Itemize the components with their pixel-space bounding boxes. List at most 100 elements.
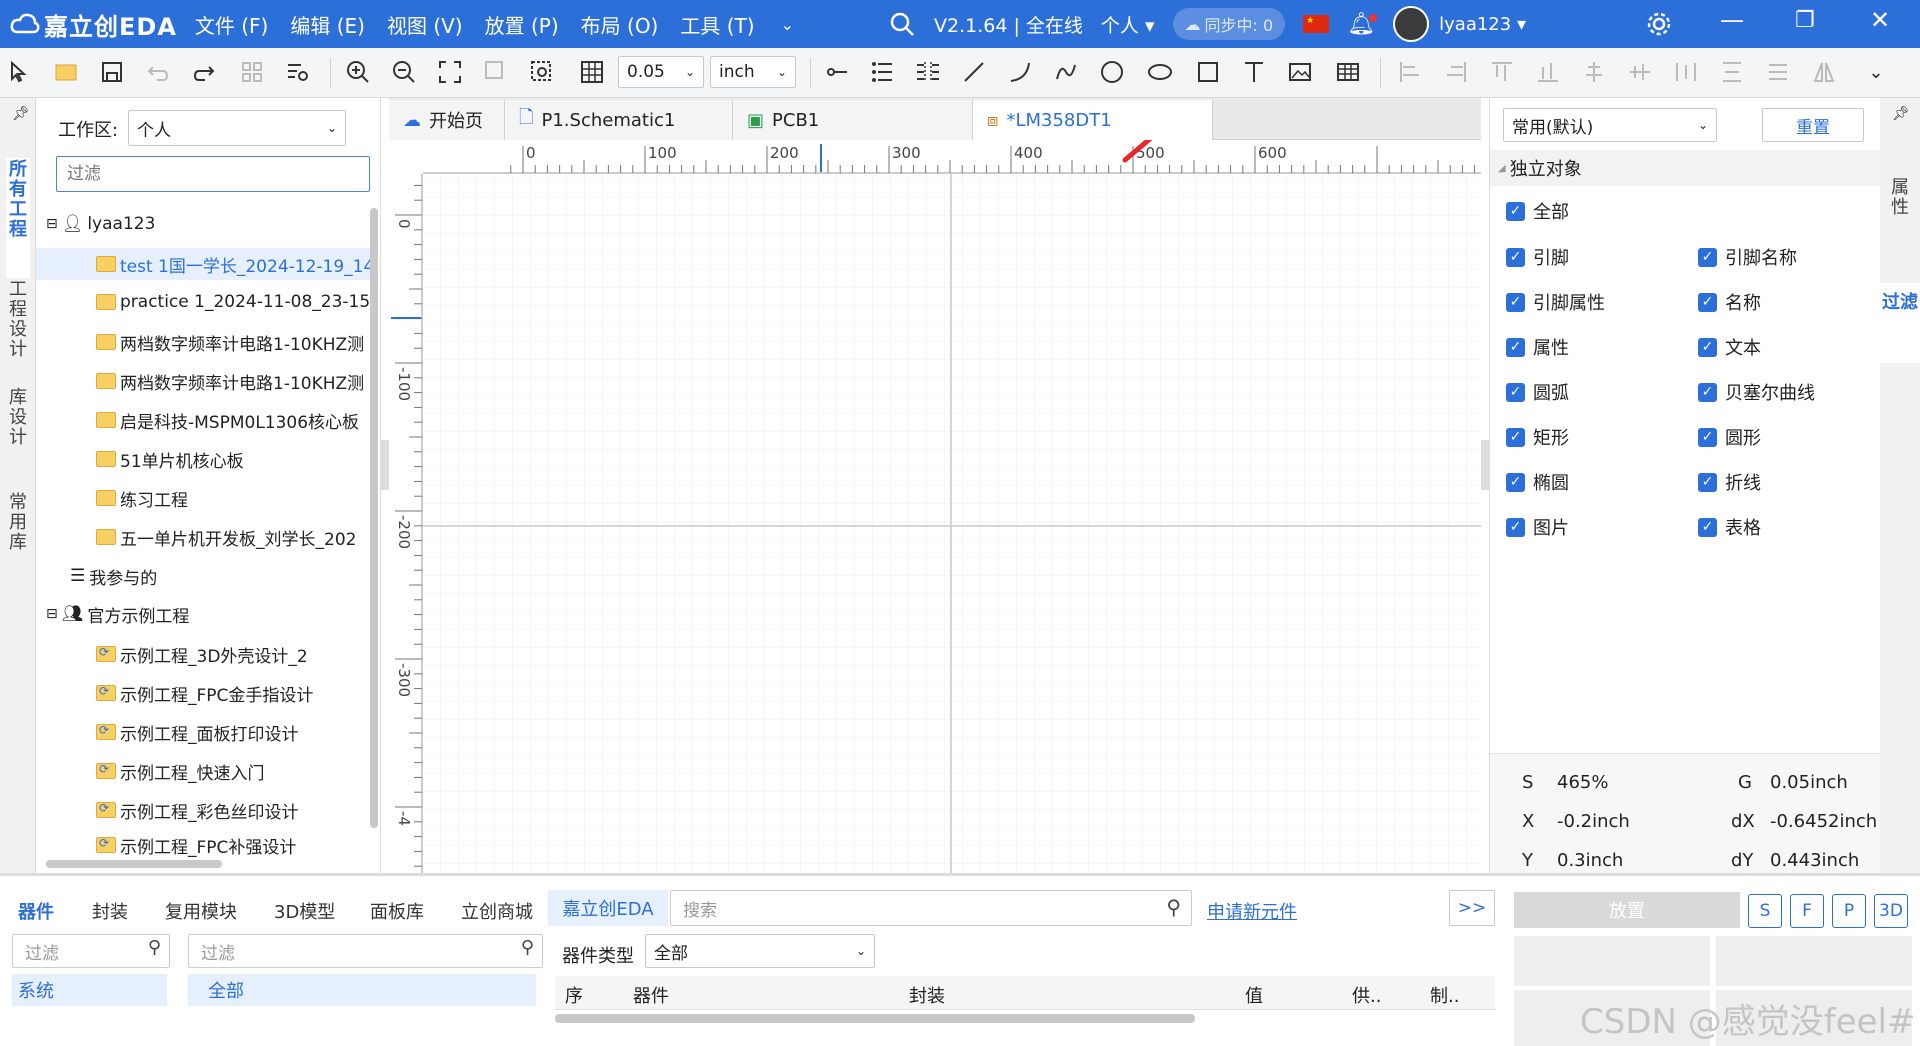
subcategory-filter-input[interactable]: 过滤 ⚲ — [188, 934, 543, 968]
col-manufacturer[interactable]: 制.. — [1430, 982, 1459, 1008]
restore-window-icon[interactable]: ❐ — [1795, 8, 1815, 33]
apply-new-part-link[interactable]: 申请新元件 — [1207, 898, 1297, 924]
col-supplier[interactable]: 供.. — [1352, 982, 1381, 1008]
tree-node-official[interactable]: ⊟ 👥︎ 官方示例工程 — [46, 598, 189, 630]
tab-3d-models[interactable]: 3D模型 — [274, 898, 335, 924]
tree-example-item[interactable]: 示例工程_3D外壳设计_2 — [96, 638, 371, 670]
horizontal-scrollbar[interactable] — [46, 860, 222, 868]
menu-more-chevron-icon[interactable]: ⌄ — [781, 15, 794, 34]
minimize-icon[interactable]: — — [1720, 6, 1744, 34]
subcategory-all[interactable]: 全部 — [188, 974, 536, 1006]
align-left-icon[interactable] — [1396, 58, 1424, 86]
undo-icon[interactable] — [144, 58, 172, 86]
col-index[interactable]: 序 — [565, 982, 583, 1008]
rail-common-lib[interactable]: 常用库 — [6, 493, 30, 573]
menu-file[interactable]: 文件 (F) — [195, 10, 268, 39]
distribute-h-icon[interactable] — [1672, 58, 1700, 86]
align-center-h-icon[interactable] — [1580, 58, 1608, 86]
rail-filter[interactable]: 过滤 — [1880, 283, 1920, 363]
tab-reuse-blocks[interactable]: 复用模块 — [165, 898, 237, 924]
tree-project-item[interactable]: test 1国一学长_2024-12-19_14 — [36, 248, 371, 280]
tree-example-item[interactable]: 示例工程_FPC补强设计 — [96, 833, 371, 857]
tree-project-item[interactable]: 51单片机核心板 — [96, 443, 371, 475]
tree-example-item[interactable]: 示例工程_彩色丝印设计 — [96, 794, 371, 826]
tree-project-item[interactable]: 五一单片机开发板_刘学长_202 — [96, 521, 371, 553]
filter-checkbox[interactable]: ✓ 圆弧 — [1506, 379, 1569, 405]
rail-lib-design[interactable]: 库设计 — [6, 388, 30, 468]
tree-project-item[interactable]: 练习工程 — [96, 482, 371, 514]
save-icon[interactable] — [98, 58, 126, 86]
results-horizontal-scrollbar[interactable] — [555, 1014, 1195, 1023]
tree-node-user[interactable]: ⊟ 👤︎ lyaa123 — [46, 208, 155, 240]
tree-project-item[interactable]: 两档数字频率计电路1-10KHZ测 — [96, 326, 371, 358]
tree-example-item[interactable]: 示例工程_快速入门 — [96, 755, 371, 787]
arc-tool-icon[interactable] — [1006, 58, 1034, 86]
pin-pair-icon[interactable] — [914, 58, 942, 86]
device-type-select[interactable]: 全部 ⌄ — [645, 934, 875, 968]
pin-icon[interactable]: 📌︎ — [1892, 106, 1910, 122]
right-panel-collapse-handle[interactable] — [1481, 440, 1489, 490]
filter-checkbox[interactable]: ✓ 圆形 — [1698, 424, 1761, 450]
tab-schematic[interactable]: 🗋︎ P1.Schematic1 — [505, 100, 733, 140]
select-tool-icon[interactable] — [6, 58, 34, 86]
text-tool-icon[interactable] — [1240, 58, 1268, 86]
user-mode-select[interactable]: 个人 ▾ — [1101, 11, 1155, 38]
reset-button[interactable]: 重置 — [1762, 108, 1864, 142]
zoom-in-icon[interactable] — [344, 58, 372, 86]
rail-project-design[interactable]: 工程设计 — [6, 280, 30, 380]
search-icon[interactable]: ⚲ — [521, 937, 534, 958]
close-window-icon[interactable]: ✕ — [1870, 6, 1890, 34]
tree-project-item[interactable]: practice 1_2024-11-08_23-15-5 — [96, 286, 371, 318]
tab-start-page[interactable]: ☁ 开始页 — [389, 100, 505, 140]
tab-lcsc-mall[interactable]: 立创商城 — [461, 898, 533, 924]
filter-preset-select[interactable]: 常用(默认) ⌄ — [1503, 108, 1717, 142]
open-folder-icon[interactable] — [52, 58, 80, 86]
filter-checkbox[interactable]: ✓ 属性 — [1506, 334, 1569, 360]
pin-icon[interactable]: 📌︎ — [12, 106, 30, 122]
tree-example-item[interactable]: 示例工程_面板打印设计 — [96, 716, 371, 748]
search-icon[interactable]: ⚲ — [1166, 895, 1181, 919]
view-pcb-button[interactable]: P — [1832, 894, 1866, 928]
toolbar-more-chevron-icon[interactable]: ⌄ — [1862, 58, 1890, 86]
tree-project-item[interactable]: 启是科技-MSPM0L1306核心板 — [96, 404, 371, 436]
col-device[interactable]: 器件 — [633, 982, 669, 1008]
rail-properties[interactable]: 属性 — [1888, 178, 1912, 298]
redo-icon[interactable] — [190, 58, 218, 86]
filter-checkbox[interactable]: ✓ 引脚名称 — [1698, 244, 1797, 270]
tree-node-participated[interactable]: ☰ 我参与的 — [70, 560, 157, 592]
drawing-canvas[interactable]: 0 100 200 300 400 500 600 0 -100 -200 -300 -4 — [389, 140, 1481, 873]
left-panel-collapse-handle[interactable] — [381, 440, 389, 490]
collapse-icon[interactable]: ⊟ — [46, 606, 58, 622]
view-footprint-button[interactable]: F — [1790, 894, 1824, 928]
menu-place[interactable]: 放置 (P) — [485, 10, 559, 39]
menu-tools[interactable]: 工具 (T) — [680, 10, 754, 39]
rail-all-projects[interactable]: 所有工程 — [6, 158, 30, 278]
project-filter-input[interactable] — [56, 156, 370, 192]
library-search-input[interactable]: 搜索 ⚲ — [670, 890, 1192, 926]
tab-panel-lib[interactable]: 面板库 — [370, 898, 424, 924]
sync-status[interactable]: ☁ 同步中: 0 — [1172, 8, 1286, 40]
bezier-tool-icon[interactable] — [1052, 58, 1080, 86]
image-tool-icon[interactable] — [1286, 58, 1314, 86]
filter-checkbox[interactable]: ✓ 文本 — [1698, 334, 1761, 360]
tree-example-item[interactable]: 示例工程_FPC金手指设计 — [96, 677, 371, 709]
tab-symbol-lm358[interactable]: ⧈ *LM358DT1 — [973, 100, 1213, 140]
filter-checkbox[interactable]: ✓ 引脚 — [1506, 244, 1569, 270]
pin-array-icon[interactable] — [868, 58, 896, 86]
canvas-grid[interactable]: 0 100 200 300 400 500 600 0-100-200-300-4 — [389, 140, 1481, 873]
avatar[interactable] — [1393, 6, 1430, 42]
category-filter-input[interactable]: 过滤 ⚲ — [12, 934, 170, 968]
align-top-icon[interactable] — [1488, 58, 1516, 86]
align-center-v-icon[interactable] — [1626, 58, 1654, 86]
grid-size-select[interactable]: 0.05 ⌄ — [618, 56, 704, 88]
expand-panel-button[interactable]: >> — [1449, 890, 1495, 926]
workspace-select[interactable]: 个人 ⌄ — [128, 110, 346, 146]
ellipse-tool-icon[interactable] — [1146, 58, 1174, 86]
tab-footprints[interactable]: 封装 — [92, 898, 128, 924]
fit-view-icon[interactable] — [436, 58, 464, 86]
menu-layout[interactable]: 布局 (O) — [581, 10, 659, 39]
language-flag-icon[interactable] — [1303, 15, 1330, 33]
mirror-icon[interactable] — [1810, 58, 1838, 86]
zoom-out-icon[interactable] — [390, 58, 418, 86]
section-independent-objects[interactable]: ◢ 独立对象 — [1490, 150, 1881, 186]
